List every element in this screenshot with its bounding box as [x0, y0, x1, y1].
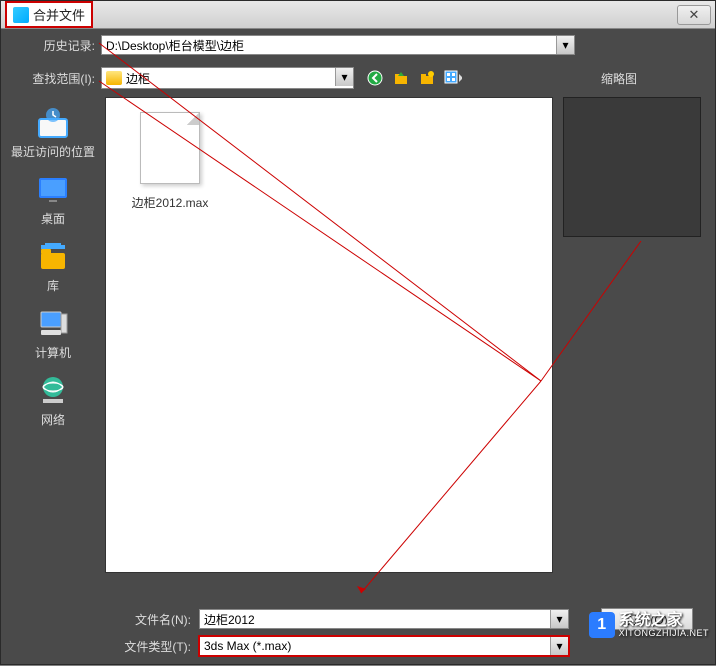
titlebar: 合并文件 ✕: [1, 1, 715, 29]
up-icon[interactable]: [392, 69, 410, 87]
desktop-icon: [35, 172, 71, 208]
sidebar-item-recent[interactable]: 最近访问的位置: [6, 99, 100, 166]
network-icon: [35, 373, 71, 409]
watermark-url: XITONGZHIJIA.NET: [619, 629, 709, 638]
filename-value: 边柜2012: [204, 611, 255, 628]
file-icon: [140, 112, 200, 184]
chevron-down-icon[interactable]: ▾: [335, 68, 353, 86]
chevron-down-icon[interactable]: ▾: [556, 36, 574, 54]
filetype-label: 文件类型(T):: [13, 638, 199, 655]
thumbnail-label: 缩略图: [601, 70, 637, 87]
sidebar-item-label: 库: [47, 277, 59, 294]
window-controls: ✕: [675, 5, 711, 25]
title-section: 合并文件: [5, 1, 93, 28]
filename-input[interactable]: 边柜2012 ▾: [199, 609, 569, 629]
back-icon[interactable]: [366, 69, 384, 87]
sidebar-item-desktop[interactable]: 桌面: [6, 166, 100, 233]
sidebar-item-computer[interactable]: 计算机: [6, 300, 100, 367]
history-value: D:\Desktop\柜台模型\边柜: [106, 37, 244, 54]
nav-toolbar: [366, 69, 462, 87]
lookin-value: 边柜: [126, 70, 150, 87]
lookin-label: 查找范围(I):: [1, 70, 101, 87]
folder-icon: [106, 71, 122, 85]
watermark-title: 系统之家: [619, 613, 709, 629]
sidebar-item-label: 最近访问的位置: [11, 143, 95, 160]
watermark-text: 系统之家 XITONGZHIJIA.NET: [619, 613, 709, 638]
watermark: 1 系统之家 XITONGZHIJIA.NET: [589, 612, 709, 638]
file-item[interactable]: 边柜2012.max: [120, 112, 220, 211]
sidebar-item-library[interactable]: 库: [6, 233, 100, 300]
places-sidebar: 最近访问的位置 桌面 库 计算机: [1, 95, 105, 601]
filetype-combo[interactable]: 3ds Max (*.max) ▾: [199, 636, 569, 656]
app-icon: [13, 7, 29, 23]
recent-icon: [35, 105, 71, 141]
chevron-down-icon[interactable]: ▾: [550, 610, 568, 628]
window-title: 合并文件: [33, 5, 85, 24]
thumbnail-preview: [563, 97, 701, 237]
create-folder-icon[interactable]: [418, 69, 436, 87]
sidebar-item-label: 计算机: [35, 344, 71, 361]
file-list[interactable]: 边柜2012.max: [105, 97, 553, 573]
sidebar-item-network[interactable]: 网络: [6, 367, 100, 434]
lookin-row: 查找范围(I): 边柜 ▾ 缩略图: [1, 61, 715, 95]
close-button[interactable]: ✕: [677, 5, 711, 25]
computer-icon: [35, 306, 71, 342]
filename-label: 文件名(N):: [13, 611, 199, 628]
merge-file-dialog: 合并文件 ✕ 历史记录: D:\Desktop\柜台模型\边柜 ▾ 查找范围(I…: [0, 0, 716, 665]
history-label: 历史记录:: [1, 37, 101, 54]
sidebar-item-label: 桌面: [41, 210, 65, 227]
lookin-combo[interactable]: 边柜 ▾: [101, 67, 354, 89]
history-combo[interactable]: D:\Desktop\柜台模型\边柜 ▾: [101, 35, 575, 55]
view-icon[interactable]: [444, 69, 462, 87]
watermark-badge: 1: [589, 612, 615, 638]
main-area: 最近访问的位置 桌面 库 计算机: [1, 95, 715, 601]
filetype-value: 3ds Max (*.max): [204, 639, 291, 653]
library-icon: [35, 239, 71, 275]
file-name: 边柜2012.max: [132, 194, 209, 211]
history-row: 历史记录: D:\Desktop\柜台模型\边柜 ▾: [1, 29, 715, 61]
chevron-down-icon[interactable]: ▾: [550, 637, 568, 655]
sidebar-item-label: 网络: [41, 411, 65, 428]
